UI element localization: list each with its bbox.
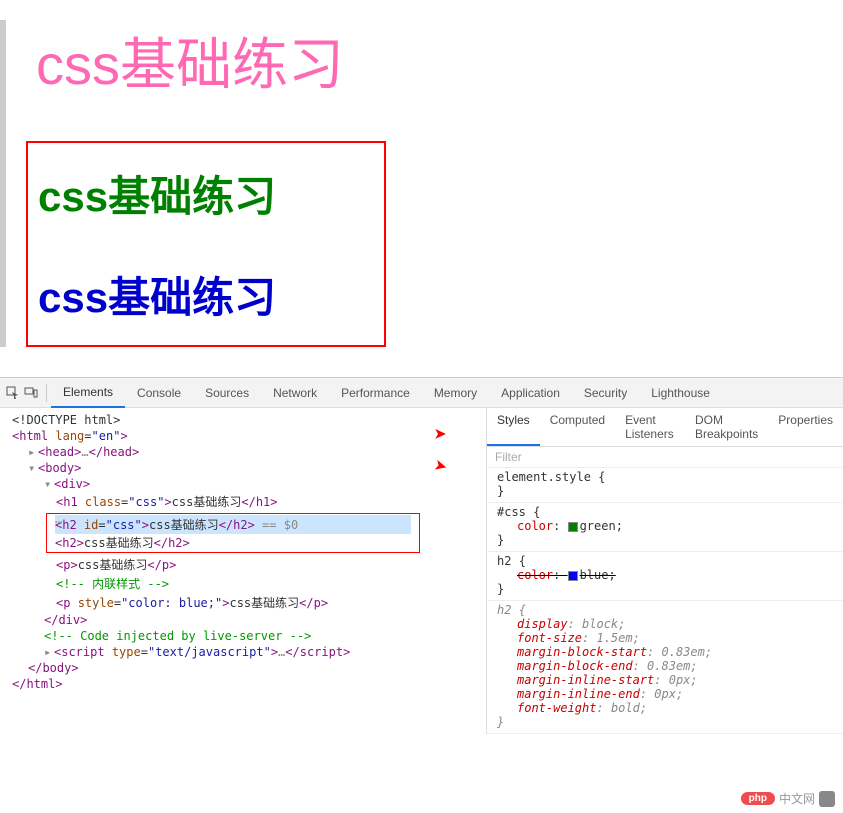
tree-body[interactable]: ▾<body> — [0, 460, 430, 476]
styles-panel: Styles Computed Event Listeners DOM Brea… — [486, 408, 843, 734]
tab-computed[interactable]: Computed — [540, 408, 615, 446]
tree-doctype[interactable]: <!DOCTYPE html> — [0, 412, 430, 428]
tab-sources[interactable]: Sources — [193, 379, 261, 407]
tree-script[interactable]: ▸<script type="text/javascript">…</scrip… — [0, 644, 430, 660]
tree-h2-second[interactable]: <h2>css基础练习</h2> — [55, 534, 411, 551]
styles-filter[interactable]: Filter — [487, 447, 843, 468]
tree-p2[interactable]: <p style="color: blue;">css基础练习</p> — [0, 593, 430, 612]
rendered-page: css基础练习 css基础练习 css基础练习 — [0, 20, 843, 347]
tree-div[interactable]: ▾<div> — [0, 476, 430, 492]
tab-application[interactable]: Application — [489, 379, 572, 407]
watermark-text: 中文网 — [779, 790, 815, 807]
element-style-rule[interactable]: element.style { } — [487, 468, 843, 503]
tree-html-close[interactable]: </html> — [0, 676, 430, 692]
tab-lighthouse[interactable]: Lighthouse — [639, 379, 722, 407]
elephant-icon — [819, 791, 835, 807]
devtools-tab-bar: Elements Console Sources Network Perform… — [0, 378, 843, 408]
breakpoint-dots[interactable]: ⋯ — [55, 515, 62, 529]
tree-comment1[interactable]: <!-- 内联样式 --> — [0, 574, 430, 593]
php-badge: php — [741, 792, 775, 805]
tree-html-open[interactable]: <html lang="en"> — [0, 428, 430, 444]
devtools-panel: Elements Console Sources Network Perform… — [0, 377, 843, 734]
tab-security[interactable]: Security — [572, 379, 639, 407]
page-title: css基础练习 — [36, 20, 843, 101]
h2-ua-rule[interactable]: h2 { display: block; font-size: 1.5em; m… — [487, 601, 843, 734]
inspect-icon[interactable] — [6, 386, 20, 400]
tree-h1[interactable]: <h1 class="css">css基础练习</h1> — [0, 492, 430, 511]
tree-h2-selected[interactable]: <h2 id="css">css基础练习</h2> == $0 — [55, 515, 411, 534]
id-css-rule[interactable]: #css { color: green; } — [487, 503, 843, 552]
tab-elements[interactable]: Elements — [51, 378, 125, 408]
styles-tab-bar: Styles Computed Event Listeners DOM Brea… — [487, 408, 843, 447]
annotation-arrows: ➤ ➤ — [430, 408, 486, 734]
device-icon[interactable] — [24, 386, 38, 400]
watermark: php 中文网 — [741, 790, 835, 807]
tab-styles[interactable]: Styles — [487, 408, 540, 446]
tab-console[interactable]: Console — [125, 379, 193, 407]
tab-memory[interactable]: Memory — [422, 379, 489, 407]
tree-comment2[interactable]: <!-- Code injected by live-server --> — [0, 628, 430, 644]
highlighted-group: ⋯ <h2 id="css">css基础练习</h2> == $0 <h2>cs… — [46, 513, 420, 553]
tree-body-close[interactable]: </body> — [0, 660, 430, 676]
arrow-icon: ➤ — [434, 466, 447, 469]
devtools-main: <!DOCTYPE html> <html lang="en"> ▸<head>… — [0, 408, 843, 734]
h2-rule-struck[interactable]: h2 { color: blue; } — [487, 552, 843, 601]
content-box: css基础练习 css基础练习 — [26, 141, 386, 347]
tree-head[interactable]: ▸<head>…</head> — [0, 444, 430, 460]
green-heading: css基础练习 — [38, 163, 374, 224]
tab-event-listeners[interactable]: Event Listeners — [615, 408, 685, 446]
tree-div-close[interactable]: </div> — [0, 612, 430, 628]
elements-tree[interactable]: <!DOCTYPE html> <html lang="en"> ▸<head>… — [0, 408, 430, 734]
tree-p1[interactable]: <p>css基础练习</p> — [0, 555, 430, 574]
blue-heading: css基础练习 — [38, 264, 374, 325]
tab-network[interactable]: Network — [261, 379, 329, 407]
tab-properties[interactable]: Properties — [768, 408, 843, 446]
tab-dom-breakpoints[interactable]: DOM Breakpoints — [685, 408, 768, 446]
tree-h2-selected-wrap: ⋯ <h2 id="css">css基础练习</h2> == $0 — [55, 515, 411, 534]
separator — [46, 384, 47, 402]
tab-performance[interactable]: Performance — [329, 379, 422, 407]
